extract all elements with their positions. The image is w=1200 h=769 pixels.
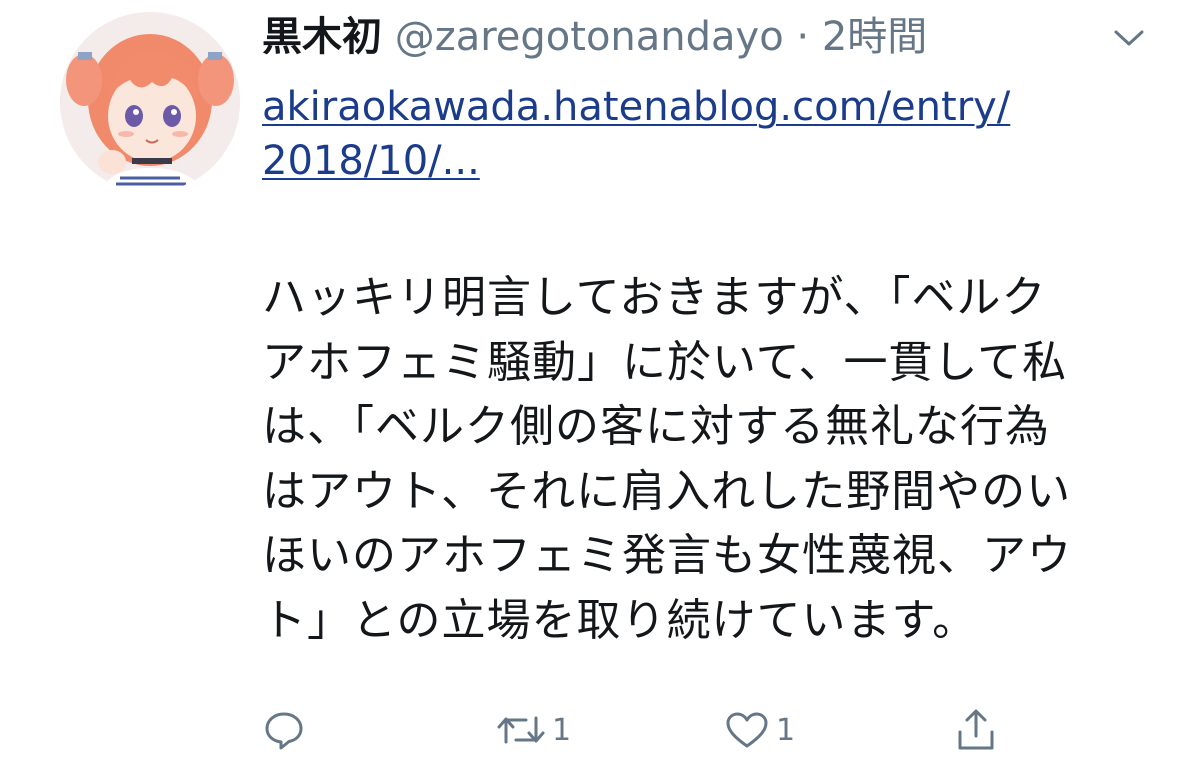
tweet-text-line: ト」との立場を取り続けています。 bbox=[262, 594, 978, 646]
tweet-header: 黒木初 @zaregotonandayo · 2時間 bbox=[262, 10, 1142, 64]
tweet-text-line: はアウト、それに肩入れした野間やのい bbox=[262, 465, 1072, 517]
tweet-text-line: アホフェミ騒動」に於いて、一貫して私 bbox=[262, 336, 1068, 388]
like-button[interactable]: 1 bbox=[724, 700, 795, 760]
tweet-text-line: ハッキリ明言しておきますが、「ベルク bbox=[262, 272, 1047, 323]
tweet-link[interactable]: akiraokawada.hatenablog.com/entry/ 2018/… bbox=[262, 80, 1162, 188]
retweet-icon bbox=[497, 716, 545, 744]
tweet-timestamp[interactable]: 2時間 bbox=[822, 14, 927, 60]
share-button[interactable] bbox=[954, 700, 998, 760]
display-name[interactable]: 黒木初 bbox=[262, 14, 382, 60]
tweet-actions: 1 1 bbox=[262, 700, 1162, 760]
share-icon bbox=[958, 709, 994, 750]
like-count: 1 bbox=[776, 712, 796, 748]
tweet-body: ハッキリ明言しておきますが、「ベルク アホフェミ騒動」に於いて、一貫して私 は、… bbox=[262, 266, 1162, 653]
link-line: 2018/10/... bbox=[262, 138, 480, 184]
separator-dot: · bbox=[796, 14, 810, 60]
speech-bubble-icon bbox=[265, 712, 303, 750]
tweet-text-line: ほいのアホフェミ発言も女性蔑視、アウ bbox=[262, 530, 1072, 581]
link-line: akiraokawada.hatenablog.com/entry/ bbox=[262, 84, 1011, 130]
avatar[interactable] bbox=[60, 12, 240, 192]
chevron-down-icon[interactable] bbox=[1112, 26, 1146, 50]
reply-button[interactable] bbox=[262, 700, 306, 760]
heart-icon bbox=[726, 712, 768, 748]
anime-girl-avatar-image bbox=[60, 12, 240, 192]
tweet-text-line: は、「ベルク側の客に対する無礼な行為 bbox=[262, 401, 1050, 452]
retweet-button[interactable]: 1 bbox=[496, 700, 571, 760]
user-handle[interactable]: @zaregotonandayo bbox=[395, 14, 784, 60]
retweet-count: 1 bbox=[552, 712, 572, 748]
